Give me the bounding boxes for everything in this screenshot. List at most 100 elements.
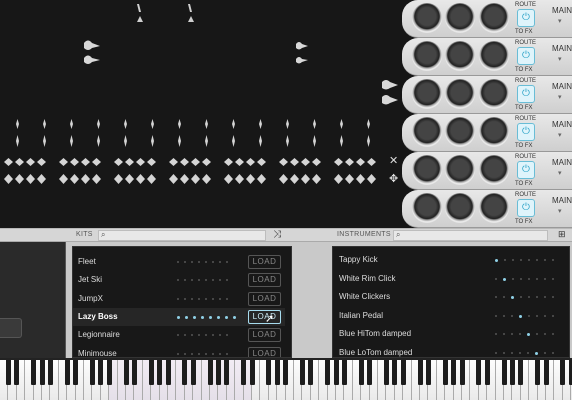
- track-lane[interactable]: ✕ ✥: [0, 152, 400, 191]
- knob[interactable]: [479, 155, 509, 185]
- piano-black-key[interactable]: [476, 360, 482, 385]
- route-button[interactable]: ⏻: [517, 47, 535, 65]
- piano-black-key[interactable]: [207, 360, 213, 385]
- piano-black-key[interactable]: [535, 360, 541, 385]
- instrument-row[interactable]: Blue HiTom damped: [333, 325, 565, 343]
- chevron-down-icon[interactable]: ▾: [558, 17, 562, 25]
- instruments-list[interactable]: Tappy Kick White Rim Click White Clicker…: [332, 246, 570, 358]
- piano-black-key[interactable]: [341, 360, 347, 385]
- output-select[interactable]: MAIN: [552, 6, 572, 15]
- piano-black-key[interactable]: [123, 360, 129, 385]
- knob[interactable]: [445, 117, 475, 147]
- piano-black-key[interactable]: [165, 360, 171, 385]
- instrument-row[interactable]: Tappy Kick: [333, 251, 565, 269]
- knob[interactable]: [412, 79, 442, 109]
- knob[interactable]: [412, 193, 442, 223]
- load-button[interactable]: LOAD: [248, 346, 281, 357]
- piano-black-key[interactable]: [358, 360, 364, 385]
- output-select[interactable]: MAIN: [552, 120, 572, 129]
- piano-black-key[interactable]: [509, 360, 515, 385]
- piano-black-key[interactable]: [543, 360, 549, 385]
- piano-black-key[interactable]: [39, 360, 45, 385]
- knob[interactable]: [412, 3, 442, 33]
- chevron-down-icon[interactable]: ▾: [558, 131, 562, 139]
- knob[interactable]: [445, 193, 475, 223]
- piano-black-key[interactable]: [425, 360, 431, 385]
- kits-search-input[interactable]: ⌕: [98, 230, 266, 241]
- piano-black-key[interactable]: [14, 360, 20, 385]
- piano-black-key[interactable]: [459, 360, 465, 385]
- piano-black-key[interactable]: [274, 360, 280, 385]
- piano-black-key[interactable]: [501, 360, 507, 385]
- piano-black-key[interactable]: [367, 360, 373, 385]
- left-pane-button[interactable]: [0, 318, 22, 338]
- piano-black-key[interactable]: [31, 360, 37, 385]
- piano-black-key[interactable]: [442, 360, 448, 385]
- piano-black-key[interactable]: [484, 360, 490, 385]
- chevron-down-icon[interactable]: ▾: [558, 93, 562, 101]
- knob[interactable]: [445, 155, 475, 185]
- piano-black-key[interactable]: [299, 360, 305, 385]
- kits-list[interactable]: Fleet LOAD Jet Ski LOAD JumpX LOAD Lazy Bos…: [72, 246, 292, 358]
- move-icon[interactable]: ✥: [389, 172, 398, 185]
- track-lane[interactable]: [0, 76, 400, 115]
- piano-black-key[interactable]: [400, 360, 406, 385]
- load-button[interactable]: LOAD: [248, 328, 281, 343]
- kit-row[interactable]: Legionnaire LOAD: [73, 326, 285, 344]
- instrument-row[interactable]: Italian Pedal: [333, 307, 565, 325]
- piano-black-key[interactable]: [325, 360, 331, 385]
- piano-keyboard[interactable]: [0, 358, 572, 400]
- track-lane[interactable]: [0, 0, 400, 39]
- output-select[interactable]: MAIN: [552, 82, 572, 91]
- knob[interactable]: [445, 41, 475, 71]
- piano-black-key[interactable]: [89, 360, 95, 385]
- route-button[interactable]: ⏻: [517, 85, 535, 103]
- piano-black-key[interactable]: [106, 360, 112, 385]
- knob[interactable]: [479, 117, 509, 147]
- piano-black-key[interactable]: [157, 360, 163, 385]
- kit-row[interactable]: JumpX LOAD: [73, 290, 285, 308]
- kit-row[interactable]: Fleet LOAD: [73, 253, 285, 271]
- piano-black-key[interactable]: [266, 360, 272, 385]
- piano-black-key[interactable]: [417, 360, 423, 385]
- knob[interactable]: [445, 79, 475, 109]
- instrument-row[interactable]: Blue LoTom damped: [333, 344, 565, 358]
- knob[interactable]: [412, 41, 442, 71]
- load-button[interactable]: LOAD: [248, 291, 281, 306]
- instrument-row[interactable]: White Rim Click: [333, 270, 565, 288]
- knob[interactable]: [412, 117, 442, 147]
- load-button[interactable]: LOAD: [248, 273, 281, 288]
- piano-black-key[interactable]: [182, 360, 188, 385]
- knob[interactable]: [479, 3, 509, 33]
- route-button[interactable]: ⏻: [517, 161, 535, 179]
- piano-black-key[interactable]: [73, 360, 79, 385]
- piano-black-key[interactable]: [383, 360, 389, 385]
- output-select[interactable]: MAIN: [552, 196, 572, 205]
- kit-row[interactable]: Minimouse LOAD: [73, 345, 285, 357]
- close-icon[interactable]: ✕: [389, 154, 398, 167]
- instruments-search-input[interactable]: ⌕: [393, 230, 548, 241]
- piano-black-key[interactable]: [190, 360, 196, 385]
- chevron-down-icon[interactable]: ▾: [558, 207, 562, 215]
- grid-icon[interactable]: ⊞: [558, 229, 566, 240]
- piano-black-key[interactable]: [392, 360, 398, 385]
- piano-black-key[interactable]: [148, 360, 154, 385]
- output-select[interactable]: MAIN: [552, 44, 572, 53]
- piano-black-key[interactable]: [64, 360, 70, 385]
- piano-black-key[interactable]: [308, 360, 314, 385]
- knob[interactable]: [479, 79, 509, 109]
- knob[interactable]: [445, 3, 475, 33]
- route-button[interactable]: ⏻: [517, 123, 535, 141]
- piano-black-key[interactable]: [333, 360, 339, 385]
- kit-row[interactable]: Jet Ski LOAD: [73, 271, 285, 289]
- chevron-down-icon[interactable]: ▾: [558, 55, 562, 63]
- track-lane[interactable]: [0, 114, 400, 153]
- knob[interactable]: [412, 155, 442, 185]
- instrument-row[interactable]: White Clickers: [333, 288, 565, 306]
- knob[interactable]: [479, 41, 509, 71]
- chevron-down-icon[interactable]: ▾: [558, 169, 562, 177]
- kit-row[interactable]: Lazy Boss LOAD: [73, 307, 285, 326]
- track-lane[interactable]: [0, 190, 400, 229]
- output-select[interactable]: MAIN: [552, 158, 572, 167]
- piano-black-key[interactable]: [131, 360, 137, 385]
